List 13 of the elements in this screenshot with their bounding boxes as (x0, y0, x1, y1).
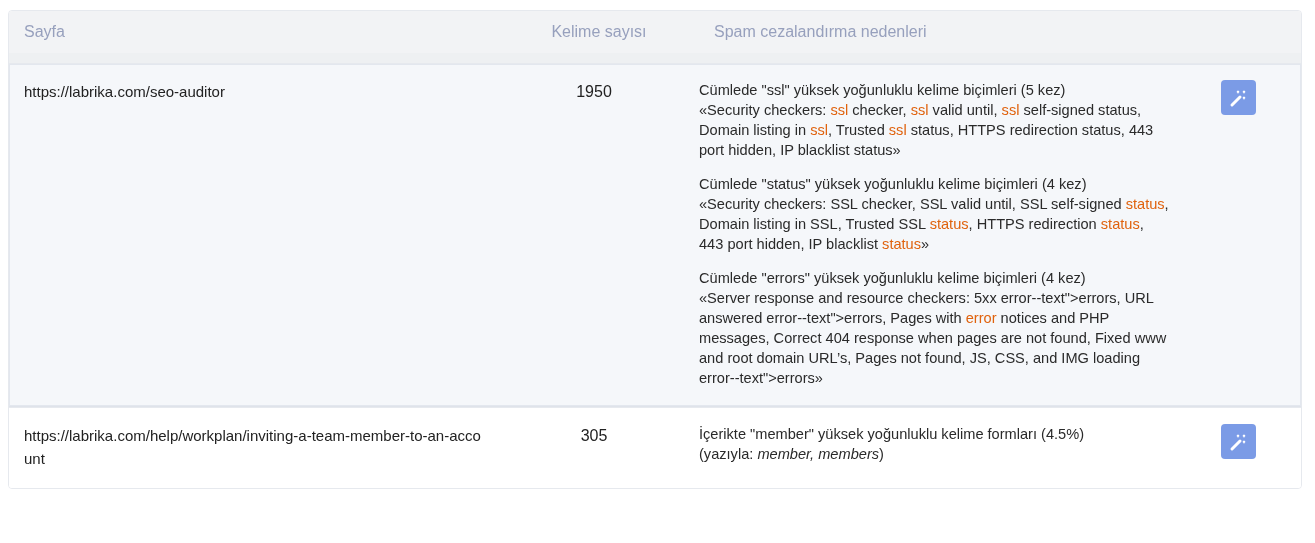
spam-reason: Cümlede "status" yüksek yoğunluklu kelime biçimleri (4 kez) «Security checkers: SSL checker, SSL valid until, SSL self-signed status, Domain listing in SSL, Trusted SSL status, HTTPS redirection status, 443 port hidden, IP blacklist status» (699, 175, 1169, 254)
column-header: Sayfa (23, 23, 66, 41)
magic-wand-button[interactable] (1221, 80, 1256, 115)
page-url: https://labrika.com/help/workplan/inviting-a-team-member-to-an-account (23, 426, 482, 469)
word-count: 305 (579, 426, 609, 446)
spam-reason: Cümlede "ssl" yüksek yoğunluklu kelime biçimleri (5 kez) «Security checkers: ssl checker, ssl valid until, ssl self-signed status, Domain listing in ssl, Trusted ssl status, HTTPS redirection status, 443 port hidden, IP blacklist status» (699, 81, 1155, 160)
page-url: https://labrika.com/seo-auditor (23, 82, 226, 102)
spam-reason: İçerikte "member" yüksek yoğunluklu kelime formları (4.5%) (yazıyla: member, members) (699, 425, 1086, 464)
magic-wand-button[interactable] (1221, 424, 1256, 459)
word-count: 1950 (575, 82, 613, 102)
column-header: Kelime sayısı (550, 23, 648, 41)
spam-reason: Cümlede "errors" yüksek yoğunluklu kelime biçimleri (4 kez) «Server response and resource checkers: 5xx error--text">errors, URL answered error--text">errors, Pages with error notices and PHP messages, Correct 404 response when pages are not found, Fixed www and root domain URL’s, Pages not found, JS, CSS, and IMG loading error--text">errors» (699, 269, 1168, 388)
column-header: Spam cezalandırma nedenleri (713, 23, 928, 41)
